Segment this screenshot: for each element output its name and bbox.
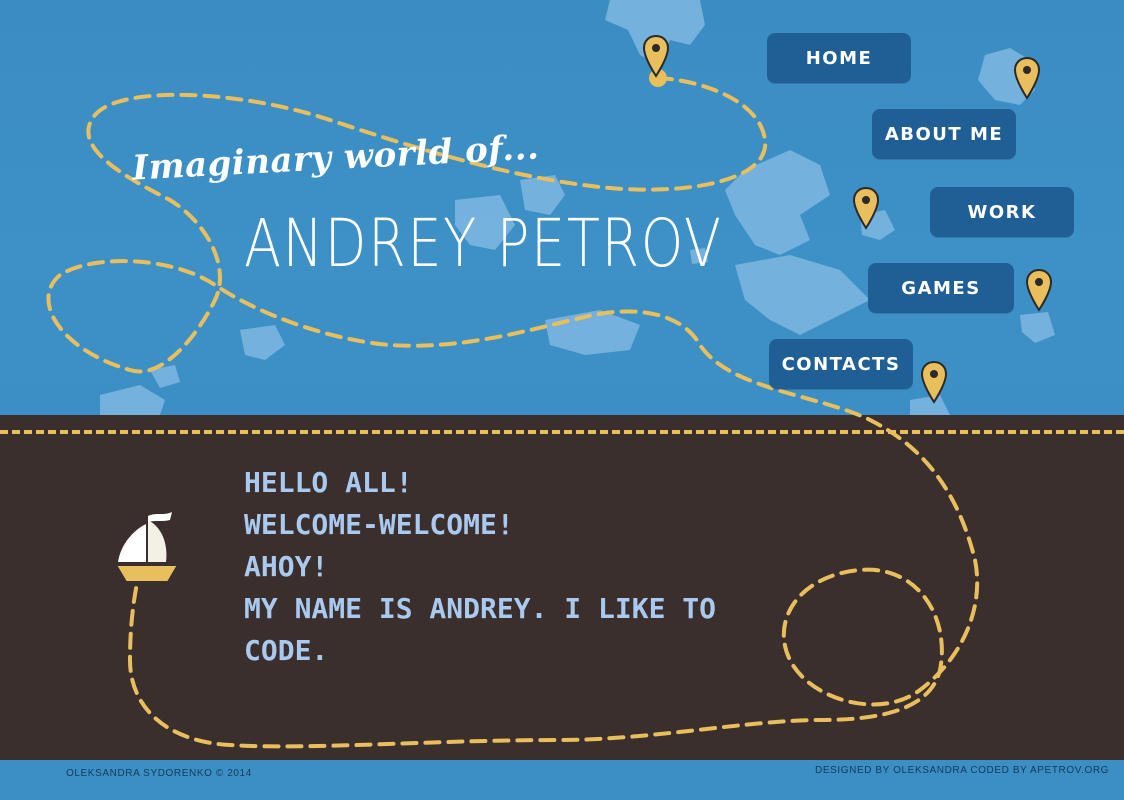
island-small-3 xyxy=(240,325,285,360)
dashed-separator xyxy=(0,430,1124,434)
greeting-text: HELLO ALL! WELCOME-WELCOME! AHOY! MY NAM… xyxy=(244,462,716,672)
map-pin-icon xyxy=(642,34,670,78)
greeting-line: WELCOME-WELCOME! xyxy=(244,508,514,541)
map-pin-icon xyxy=(852,186,880,230)
credits-text: DESIGNED BY OLEKSANDRA CODED BY APETROV.… xyxy=(815,765,1110,776)
ship-icon xyxy=(114,512,180,583)
island-center-large xyxy=(725,150,830,255)
nav-home-button[interactable]: HOME xyxy=(767,33,911,83)
page-title: ANDREY PETROV xyxy=(244,205,723,282)
island-small-7 xyxy=(150,365,180,388)
island-small-4 xyxy=(545,310,640,355)
nav-games-button[interactable]: GAMES xyxy=(868,263,1014,313)
greeting-line: CODE. xyxy=(244,634,329,667)
map-pin-icon xyxy=(1013,56,1041,100)
greeting-line: MY NAME IS ANDREY. I LIKE TO xyxy=(244,592,717,625)
nav-work-button[interactable]: WORK xyxy=(930,187,1074,237)
copyright-text: OLEKSANDRA SYDORENKO © 2014 xyxy=(66,768,252,779)
map-pin-icon xyxy=(920,360,948,404)
island-small-6 xyxy=(1020,312,1055,343)
greeting-line: HELLO ALL! xyxy=(244,466,413,499)
greeting-line: AHOY! xyxy=(244,550,329,583)
nav-contacts-button[interactable]: CONTACTS xyxy=(769,339,913,389)
map-pin-icon xyxy=(1025,268,1053,312)
island-bottom-left xyxy=(100,385,165,415)
island-middle-right xyxy=(735,255,870,335)
nav-about-button[interactable]: ABOUT ME xyxy=(872,109,1016,159)
